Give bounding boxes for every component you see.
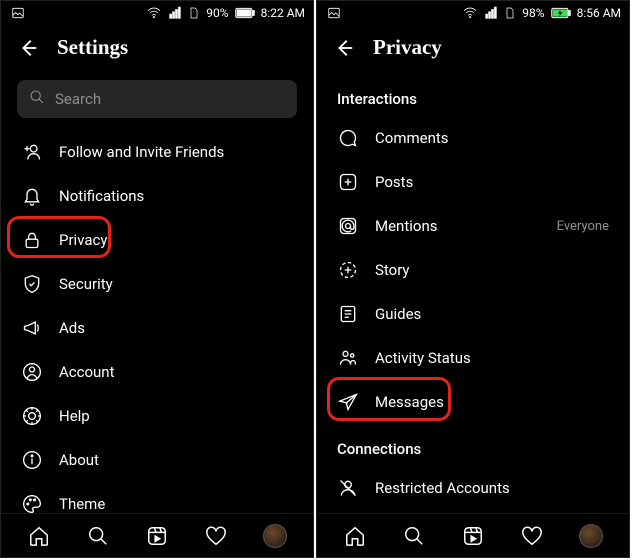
menu-item-ads[interactable]: Ads — [1, 306, 313, 350]
signal-icon — [168, 6, 182, 20]
menu-label: Notifications — [59, 187, 293, 205]
nav-profile[interactable] — [262, 523, 288, 549]
account-icon — [21, 361, 43, 383]
menu-item-follow-invite[interactable]: Follow and Invite Friends — [1, 130, 313, 174]
menu-label: Account — [59, 363, 293, 381]
settings-screen: 90% 8:22 AM Settings Search Follow and I… — [0, 0, 314, 558]
avatar — [579, 524, 603, 548]
menu-item-story[interactable]: Story — [317, 248, 629, 292]
wifi-icon — [462, 6, 478, 20]
menu-item-notifications[interactable]: Notifications — [1, 174, 313, 218]
add-user-icon — [21, 141, 43, 163]
menu-label: Activity Status — [375, 349, 609, 367]
section-connections: Connections — [317, 424, 629, 466]
picture-icon — [327, 6, 341, 20]
lock-icon — [21, 229, 43, 251]
menu-item-comments[interactable]: Comments — [317, 116, 629, 160]
picture-icon — [11, 6, 25, 20]
nav-reels[interactable] — [460, 523, 486, 549]
avatar — [263, 524, 287, 548]
back-icon[interactable] — [333, 37, 355, 59]
menu-item-mentions[interactable]: Mentions Everyone — [317, 204, 629, 248]
menu-item-posts[interactable]: Posts — [317, 160, 629, 204]
nav-reels[interactable] — [144, 523, 170, 549]
story-icon — [337, 259, 359, 281]
mention-icon — [337, 215, 359, 237]
bottom-nav — [1, 513, 313, 557]
menu-item-activity-status[interactable]: Activity Status — [317, 336, 629, 380]
nav-home[interactable] — [26, 523, 52, 549]
bottom-nav — [317, 513, 629, 557]
search-icon — [29, 89, 45, 109]
battery-pct: 90% — [206, 6, 228, 20]
menu-item-theme[interactable]: Theme — [1, 482, 313, 513]
header: Privacy — [317, 25, 629, 74]
info-icon — [21, 449, 43, 471]
menu-label: About — [59, 451, 293, 469]
menu-label: Story — [375, 261, 609, 279]
page-title: Privacy — [373, 35, 442, 60]
privacy-screen: 98% 8:56 AM Privacy Interactions Comment… — [316, 0, 630, 558]
menu-label: Guides — [375, 305, 609, 323]
sim-icon — [188, 6, 200, 20]
back-icon[interactable] — [17, 37, 39, 59]
menu-item-guides[interactable]: Guides — [317, 292, 629, 336]
menu-item-about[interactable]: About — [1, 438, 313, 482]
sim-icon — [504, 6, 516, 20]
menu-label: Follow and Invite Friends — [59, 143, 293, 161]
menu-label: Security — [59, 275, 293, 293]
search-placeholder: Search — [55, 90, 101, 108]
nav-search[interactable] — [401, 523, 427, 549]
menu-label: Comments — [375, 129, 609, 147]
menu-value: Everyone — [557, 219, 609, 234]
search-input[interactable]: Search — [17, 80, 297, 118]
menu-label: Privacy — [59, 231, 293, 249]
nav-search[interactable] — [85, 523, 111, 549]
page-title: Settings — [57, 35, 128, 60]
privacy-menu: Interactions Comments Posts Mentions Eve… — [317, 74, 629, 513]
battery-charging-icon — [551, 7, 571, 19]
nav-home[interactable] — [342, 523, 368, 549]
restricted-icon — [337, 477, 359, 499]
menu-label: Messages — [375, 393, 609, 411]
status-bar: 90% 8:22 AM — [1, 1, 313, 25]
menu-label: Theme — [59, 495, 293, 513]
header: Settings — [1, 25, 313, 74]
menu-label: Restricted Accounts — [375, 479, 609, 497]
menu-item-account[interactable]: Account — [1, 350, 313, 394]
clock: 8:22 AM — [261, 6, 305, 20]
menu-label: Posts — [375, 173, 609, 191]
menu-label: Help — [59, 407, 293, 425]
menu-item-messages[interactable]: Messages — [317, 380, 629, 424]
palette-icon — [21, 493, 43, 513]
activity-icon — [337, 347, 359, 369]
section-interactions: Interactions — [317, 74, 629, 116]
status-bar: 98% 8:56 AM — [317, 1, 629, 25]
menu-item-help[interactable]: Help — [1, 394, 313, 438]
menu-label: Mentions — [375, 217, 541, 235]
megaphone-icon — [21, 317, 43, 339]
nav-activity[interactable] — [519, 523, 545, 549]
settings-menu: Follow and Invite Friends Notifications … — [1, 130, 313, 513]
menu-item-restricted[interactable]: Restricted Accounts — [317, 466, 629, 510]
signal-icon — [484, 6, 498, 20]
nav-profile[interactable] — [578, 523, 604, 549]
bell-icon — [21, 185, 43, 207]
nav-activity[interactable] — [203, 523, 229, 549]
shield-icon — [21, 273, 43, 295]
post-icon — [337, 171, 359, 193]
menu-item-privacy[interactable]: Privacy — [1, 218, 313, 262]
menu-label: Ads — [59, 319, 293, 337]
clock: 8:56 AM — [577, 6, 621, 20]
messages-icon — [337, 391, 359, 413]
battery-pct: 98% — [522, 6, 544, 20]
wifi-icon — [146, 6, 162, 20]
help-icon — [21, 405, 43, 427]
comment-icon — [337, 127, 359, 149]
battery-icon — [235, 7, 255, 19]
menu-item-security[interactable]: Security — [1, 262, 313, 306]
guides-icon — [337, 303, 359, 325]
